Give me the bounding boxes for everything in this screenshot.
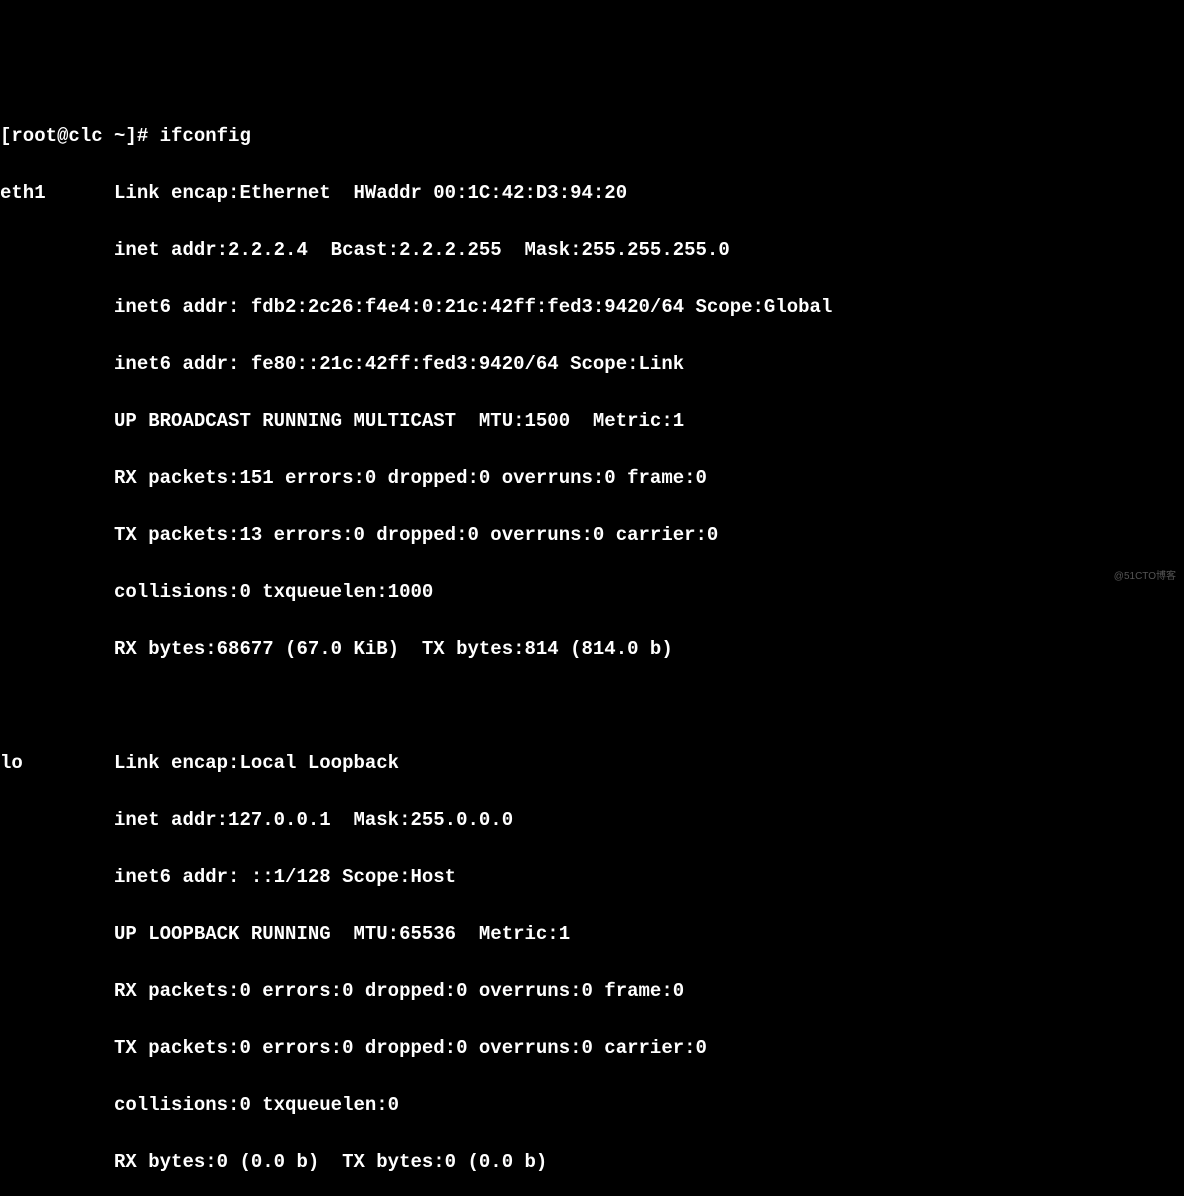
eth1-detail-6: TX packets:13 errors:0 dropped:0 overrun… (114, 524, 718, 546)
lo-line-1: inet addr:127.0.0.1 Mask:255.0.0.0 (0, 806, 1184, 835)
lo-line-3: UP LOOPBACK RUNNING MTU:65536 Metric:1 (0, 920, 1184, 949)
interface-name-lo: lo (0, 752, 23, 774)
lo-line-5: TX packets:0 errors:0 dropped:0 overruns… (0, 1034, 1184, 1063)
lo-detail-7: RX bytes:0 (0.0 b) TX bytes:0 (0.0 b) (114, 1151, 547, 1173)
eth1-detail-4: UP BROADCAST RUNNING MULTICAST MTU:1500 … (114, 410, 684, 432)
eth1-line-0: eth1 Link encap:Ethernet HWaddr 00:1C:42… (0, 179, 1184, 208)
lo-detail-5: TX packets:0 errors:0 dropped:0 overruns… (114, 1037, 707, 1059)
eth1-line-7: collisions:0 txqueuelen:1000 (0, 578, 1184, 607)
lo-detail-2: inet6 addr: ::1/128 Scope:Host (114, 866, 456, 888)
eth1-line-6: TX packets:13 errors:0 dropped:0 overrun… (0, 521, 1184, 550)
lo-line-2: inet6 addr: ::1/128 Scope:Host (0, 863, 1184, 892)
eth1-detail-8: RX bytes:68677 (67.0 KiB) TX bytes:814 (… (114, 638, 673, 660)
prompt-line[interactable]: [root@clc ~]# ifconfig (0, 122, 1184, 151)
eth1-detail-2: inet6 addr: fdb2:2c26:f4e4:0:21c:42ff:fe… (114, 296, 832, 318)
eth1-line-2: inet6 addr: fdb2:2c26:f4e4:0:21c:42ff:fe… (0, 293, 1184, 322)
eth1-detail-7: collisions:0 txqueuelen:1000 (114, 581, 433, 603)
watermark: @51CTO博客 (1114, 569, 1176, 584)
eth1-line-5: RX packets:151 errors:0 dropped:0 overru… (0, 464, 1184, 493)
lo-detail-0: Link encap:Local Loopback (114, 752, 399, 774)
lo-detail-4: RX packets:0 errors:0 dropped:0 overruns… (114, 980, 684, 1002)
lo-line-4: RX packets:0 errors:0 dropped:0 overruns… (0, 977, 1184, 1006)
eth1-line-8: RX bytes:68677 (67.0 KiB) TX bytes:814 (… (0, 635, 1184, 664)
eth1-detail-3: inet6 addr: fe80::21c:42ff:fed3:9420/64 … (114, 353, 684, 375)
eth1-line-1: inet addr:2.2.2.4 Bcast:2.2.2.255 Mask:2… (0, 236, 1184, 265)
lo-detail-6: collisions:0 txqueuelen:0 (114, 1094, 399, 1116)
blank-line (0, 692, 1184, 721)
interface-name-eth1: eth1 (0, 182, 46, 204)
eth1-line-4: UP BROADCAST RUNNING MULTICAST MTU:1500 … (0, 407, 1184, 436)
lo-line-0: lo Link encap:Local Loopback (0, 749, 1184, 778)
lo-detail-1: inet addr:127.0.0.1 Mask:255.0.0.0 (114, 809, 513, 831)
eth1-detail-5: RX packets:151 errors:0 dropped:0 overru… (114, 467, 707, 489)
lo-line-7: RX bytes:0 (0.0 b) TX bytes:0 (0.0 b) (0, 1148, 1184, 1177)
eth1-detail-0: Link encap:Ethernet HWaddr 00:1C:42:D3:9… (114, 182, 627, 204)
eth1-detail-1: inet addr:2.2.2.4 Bcast:2.2.2.255 Mask:2… (114, 239, 730, 261)
lo-detail-3: UP LOOPBACK RUNNING MTU:65536 Metric:1 (114, 923, 570, 945)
eth1-line-3: inet6 addr: fe80::21c:42ff:fed3:9420/64 … (0, 350, 1184, 379)
lo-line-6: collisions:0 txqueuelen:0 (0, 1091, 1184, 1120)
